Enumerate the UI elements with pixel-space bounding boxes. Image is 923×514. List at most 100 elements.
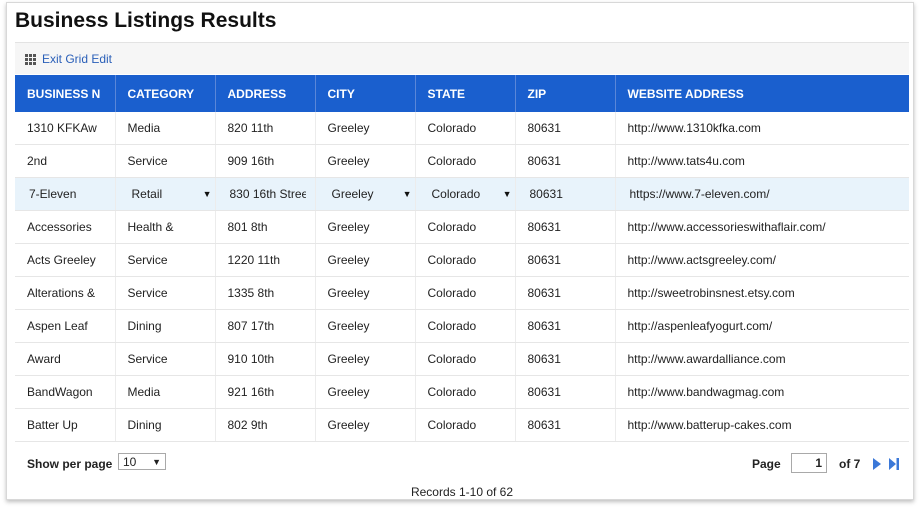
category-cell[interactable]: Retail ▼ [115, 177, 216, 211]
business-name-cell[interactable]: Alterations & [15, 276, 116, 310]
zip-cell[interactable]: 80631 [515, 342, 616, 376]
category-cell[interactable]: Media [115, 112, 216, 145]
city-select[interactable]: Greeley ▼ [328, 187, 414, 201]
table-row[interactable]: Batter Up Dining 802 9th Greeley Colorado 806… [15, 408, 909, 442]
city-cell[interactable]: Greeley [315, 342, 416, 376]
page-number-input[interactable]: 1 [791, 453, 827, 473]
category-cell[interactable]: Media [115, 375, 216, 409]
website-cell[interactable]: http://www.bandwagmag.com [615, 375, 909, 409]
address-cell[interactable]: 807 17th [215, 309, 316, 343]
city-cell[interactable]: Greeley [315, 210, 416, 244]
city-cell[interactable]: Greeley [315, 276, 416, 310]
last-page-icon[interactable] [889, 458, 899, 470]
website-cell[interactable]: http://www.awardalliance.com [615, 342, 909, 376]
zip-cell[interactable]: 80631 [515, 177, 616, 211]
address-cell[interactable]: 802 9th [215, 408, 316, 442]
city-cell[interactable]: Greeley [315, 243, 416, 277]
state-cell[interactable]: Colorado [415, 210, 516, 244]
address-cell[interactable]: 820 11th [215, 112, 316, 145]
website-cell[interactable]: http://www.tats4u.com [615, 144, 909, 178]
state-cell[interactable]: Colorado [415, 309, 516, 343]
state-cell[interactable]: Colorado [415, 112, 516, 145]
address-cell[interactable]: 921 16th [215, 375, 316, 409]
website-cell[interactable]: https://www.7-eleven.com/ [615, 177, 909, 211]
business-name-cell[interactable]: 2nd [15, 144, 116, 178]
business-name-cell[interactable]: Accessories [15, 210, 116, 244]
website-cell[interactable]: http://aspenleafyogurt.com/ [615, 309, 909, 343]
category-cell[interactable]: Dining [115, 408, 216, 442]
state-cell[interactable]: Colorado [415, 144, 516, 178]
zip-cell[interactable]: 80631 [515, 144, 616, 178]
table-row[interactable]: Award Service 910 10th Greeley Colorado 80631… [15, 342, 909, 376]
next-page-icon[interactable] [872, 458, 882, 470]
city-cell[interactable]: Greeley [315, 375, 416, 409]
zip-cell[interactable]: 80631 [515, 408, 616, 442]
address-cell[interactable]: 1220 11th [215, 243, 316, 277]
exit-grid-edit-label: Exit Grid Edit [42, 52, 113, 66]
zip-cell[interactable]: 80631 [515, 276, 616, 310]
column-header-city[interactable]: CITY [315, 75, 416, 112]
business-name-cell[interactable]: 1310 KFKAw [15, 112, 116, 145]
website-cell[interactable]: http://www.actsgreeley.com/ [615, 243, 909, 277]
category-cell[interactable]: Service [115, 342, 216, 376]
business-name-cell[interactable]: Award [15, 342, 116, 376]
zip-cell[interactable]: 80631 [515, 112, 616, 145]
category-cell[interactable]: Dining [115, 309, 216, 343]
state-cell[interactable]: Colorado [415, 342, 516, 376]
column-header-category[interactable]: CATEGORY [115, 75, 216, 112]
column-header-zip[interactable]: ZIP [515, 75, 616, 112]
table-row[interactable]: 7-Eleven Retail ▼ 830 16th Stree Greeley ▼ Col… [15, 177, 909, 211]
business-name-cell[interactable]: 7-Eleven [15, 177, 116, 211]
zip-cell[interactable]: 80631 [515, 309, 616, 343]
category-cell[interactable]: Health & [115, 210, 216, 244]
per-page-select[interactable]: 10 ▼ [118, 453, 166, 470]
state-cell[interactable]: Colorado [415, 276, 516, 310]
business-name-cell[interactable]: Batter Up [15, 408, 116, 442]
column-header-business-name[interactable]: BUSINESS N [15, 75, 116, 112]
category-cell[interactable]: Service [115, 243, 216, 277]
city-cell[interactable]: Greeley [315, 309, 416, 343]
address-cell[interactable]: 1335 8th [215, 276, 316, 310]
address-cell[interactable]: 910 10th [215, 342, 316, 376]
page-label: Page [752, 457, 781, 471]
table-row[interactable]: 2nd Service 909 16th Greeley Colorado 80631 ht… [15, 144, 909, 178]
state-select[interactable]: Colorado ▼ [428, 187, 514, 201]
website-cell[interactable]: http://sweetrobinsnest.etsy.com [615, 276, 909, 310]
chevron-down-icon: ▼ [202, 189, 212, 199]
business-name-cell[interactable]: Acts Greeley [15, 243, 116, 277]
state-cell[interactable]: Colorado [415, 408, 516, 442]
column-header-address[interactable]: ADDRESS [215, 75, 316, 112]
business-name-cell[interactable]: BandWagon [15, 375, 116, 409]
website-cell[interactable]: http://www.batterup-cakes.com [615, 408, 909, 442]
chevron-down-icon: ▼ [152, 456, 161, 467]
business-name-cell[interactable]: Aspen Leaf [15, 309, 116, 343]
state-cell[interactable]: Colorado [415, 375, 516, 409]
city-cell[interactable]: Greeley [315, 408, 416, 442]
zip-cell[interactable]: 80631 [515, 375, 616, 409]
category-cell[interactable]: Service [115, 144, 216, 178]
table-row[interactable]: BandWagon Media 921 16th Greeley Colorado 806… [15, 375, 909, 409]
state-cell[interactable]: Colorado ▼ [415, 177, 516, 211]
table-row[interactable]: Aspen Leaf Dining 807 17th Greeley Colorado 8… [15, 309, 909, 343]
address-cell[interactable]: 830 16th Stree [215, 177, 316, 211]
city-cell[interactable]: Greeley [315, 144, 416, 178]
city-cell[interactable]: Greeley ▼ [315, 177, 416, 211]
address-cell[interactable]: 909 16th [215, 144, 316, 178]
website-cell[interactable]: http://www.accessorieswithaflair.com/ [615, 210, 909, 244]
category-select[interactable]: Retail ▼ [128, 187, 214, 201]
column-header-website[interactable]: WEBSITE ADDRESS [615, 75, 909, 112]
table-row[interactable]: Alterations & Service 1335 8th Greeley Color… [15, 276, 909, 310]
city-cell[interactable]: Greeley [315, 112, 416, 145]
table-row[interactable]: 1310 KFKAw Media 820 11th Greeley Colorado 80… [15, 112, 909, 145]
table-row[interactable]: Acts Greeley Service 1220 11th Greeley Color… [15, 243, 909, 277]
zip-cell[interactable]: 80631 [515, 210, 616, 244]
address-input[interactable]: 830 16th Stree [228, 187, 306, 201]
zip-cell[interactable]: 80631 [515, 243, 616, 277]
table-row[interactable]: Accessories Health & 801 8th Greeley Colorad… [15, 210, 909, 244]
category-cell[interactable]: Service [115, 276, 216, 310]
address-cell[interactable]: 801 8th [215, 210, 316, 244]
exit-grid-edit-button[interactable]: Exit Grid Edit [25, 52, 112, 66]
column-header-state[interactable]: STATE [415, 75, 516, 112]
state-cell[interactable]: Colorado [415, 243, 516, 277]
website-cell[interactable]: http://www.1310kfka.com [615, 112, 909, 145]
